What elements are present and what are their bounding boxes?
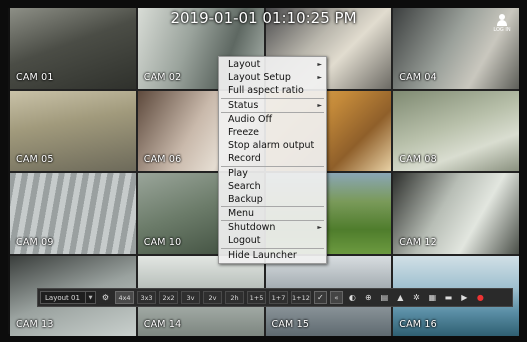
split-button-2h[interactable]: 2h [225, 291, 244, 304]
audio-icon[interactable]: ◐ [346, 291, 359, 304]
login-button[interactable]: LOG IN [491, 14, 513, 33]
camera-label: CAM 14 [143, 319, 182, 330]
ptz-icon[interactable]: ✲ [410, 291, 423, 304]
camera-label: CAM 10 [143, 236, 182, 248]
camera-label: CAM 05 [16, 154, 54, 165]
split-button-4x4[interactable]: 4x4 [115, 291, 134, 304]
split-button-1-plus-12[interactable]: 1+12 [291, 291, 311, 304]
menu-item-shutdown[interactable]: Shutdown ► [219, 221, 326, 234]
freeze-icon[interactable]: ▤ [378, 291, 391, 304]
record-icon[interactable]: ● [474, 291, 487, 304]
menu-item-logout[interactable]: Logout [219, 234, 326, 247]
menu-item-label: Freeze [228, 126, 259, 138]
split-button-2v[interactable]: 2v [203, 291, 222, 304]
camera-label: CAM 02 [143, 71, 182, 83]
menu-item-full-aspect-ratio[interactable]: Full aspect ratio [219, 84, 326, 97]
menu-item-label: Hide Launcher [228, 249, 297, 261]
camera-label: CAM 08 [399, 154, 437, 165]
camera-tile-08[interactable]: CAM 08 [393, 90, 519, 171]
camera-tile-09[interactable]: CAM 09 [10, 173, 136, 254]
menu-item-freeze[interactable]: Freeze [219, 126, 326, 139]
menu-item-label: Menu [228, 208, 255, 220]
split-button-1-plus-5[interactable]: 1+5 [247, 291, 266, 304]
camera-label: CAM 06 [143, 154, 182, 165]
datetime-overlay: 2019-01-01 01:10:25 PM [170, 9, 357, 27]
menu-item-hide-launcher[interactable]: Hide Launcher [219, 249, 326, 262]
menu-item-menu[interactable]: Menu [219, 207, 326, 220]
menu-item-label: Layout [228, 59, 261, 70]
submenu-arrow-icon: ► [317, 74, 322, 82]
capture-icon[interactable]: ▦ [426, 291, 439, 304]
camera-tile-12[interactable]: CAM 12 [393, 173, 519, 254]
camera-label: CAM 01 [16, 71, 54, 83]
submenu-arrow-icon: ► [317, 224, 322, 232]
menu-item-label: Logout [228, 235, 261, 247]
camera-label: CAM 15 [271, 319, 310, 330]
split-button-3x3[interactable]: 3x3 [137, 291, 156, 304]
layout-select[interactable]: Layout 01 ▼ [40, 291, 96, 304]
menu-item-play[interactable]: Play [219, 167, 326, 180]
login-label: LOG IN [493, 27, 511, 33]
camera-label: CAM 16 [399, 319, 437, 330]
play-icon[interactable]: ▶ [458, 291, 471, 304]
submenu-arrow-icon: ► [317, 61, 322, 68]
menu-item-label: Play [228, 167, 248, 179]
context-menu: Layout ► Layout Setup ► Full aspect ratio … [218, 56, 327, 264]
menu-item-label: Stop alarm output [228, 140, 315, 152]
layout-select-value: Layout 01 [45, 293, 80, 302]
menu-item-status[interactable]: Status ► [219, 99, 326, 112]
menu-item-stop-alarm-output[interactable]: Stop alarm output [219, 139, 326, 152]
camera-tile-05[interactable]: CAM 05 [10, 90, 136, 171]
alarm-icon[interactable]: ▲ [394, 291, 407, 304]
menu-item-audio-off[interactable]: Audio Off [219, 113, 326, 126]
submenu-arrow-icon: ► [317, 101, 322, 109]
zoom-icon[interactable]: ⊕ [362, 291, 375, 304]
menu-item-layout-setup[interactable]: Layout Setup ► [219, 71, 326, 84]
camera-label: CAM 04 [399, 71, 437, 83]
menu-item-label: Record [228, 153, 261, 165]
user-icon [496, 14, 508, 26]
menu-item-layout[interactable]: Layout ► [219, 58, 326, 71]
menu-item-search[interactable]: Search [219, 180, 326, 193]
camera-label: CAM 09 [16, 236, 54, 248]
camera-label: CAM 13 [16, 319, 54, 330]
menu-item-label: Status [228, 99, 259, 111]
menu-item-label: Layout Setup [228, 72, 291, 84]
menu-item-backup[interactable]: Backup [219, 193, 326, 206]
layout-setup-icon[interactable]: ⚙ [99, 291, 112, 304]
menu-item-label: Audio Off [228, 113, 273, 125]
menu-item-label: Backup [228, 193, 263, 205]
menu-item-label: Shutdown [228, 222, 276, 234]
search-icon[interactable]: ▬ [442, 291, 455, 304]
chevron-down-icon: ▼ [85, 292, 95, 303]
menu-item-record[interactable]: Record [219, 152, 326, 165]
menu-item-label: Full aspect ratio [228, 85, 304, 97]
split-button-3v[interactable]: 3v [181, 291, 200, 304]
sequence-icon[interactable]: ✓ [313, 291, 327, 304]
menu-item-label: Search [228, 180, 261, 192]
split-button-2x2[interactable]: 2x2 [159, 291, 178, 304]
launcher-bar: Layout 01 ▼ ⚙ 4x4 3x3 2x2 3v 2v 2h 1+5 1… [37, 288, 513, 307]
split-button-1-plus-7[interactable]: 1+7 [269, 291, 288, 304]
camera-label: CAM 12 [399, 236, 437, 248]
collapse-launcher-button[interactable]: « [329, 291, 343, 304]
